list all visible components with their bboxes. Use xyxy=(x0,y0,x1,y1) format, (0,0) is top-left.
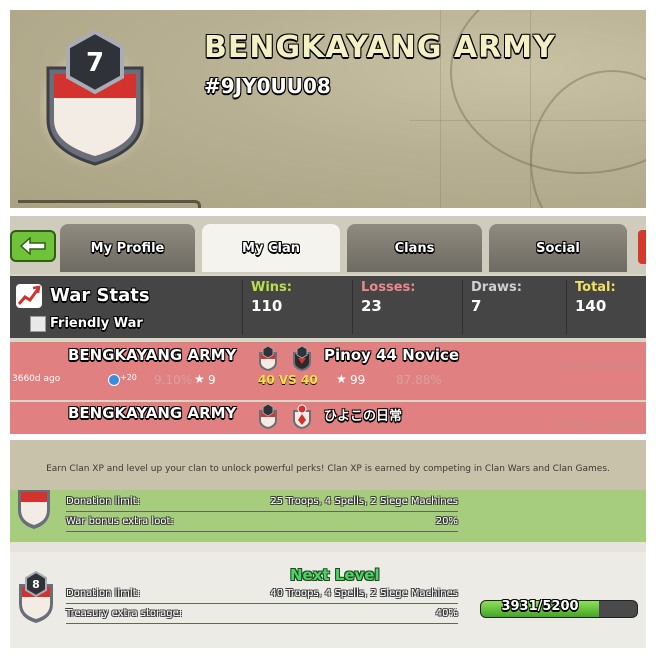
perk-divider xyxy=(66,531,458,532)
perk-divider xyxy=(66,623,458,624)
tab-edge xyxy=(638,230,646,264)
perk-value: 40% xyxy=(435,608,458,619)
tab-label: My Profile xyxy=(90,240,165,256)
own-clan-badge-icon xyxy=(259,404,277,429)
clan-header-panel: 7 BENGKAYANG ARMY #9JY0UU08 xyxy=(10,10,646,208)
perk-label: Donation limit: xyxy=(66,588,140,599)
perk-value: 20% xyxy=(435,516,458,527)
next-level-number: 8 xyxy=(32,578,40,591)
war-stats-bar: War Stats Friendly War Wins: 110 Losses:… xyxy=(10,276,646,338)
perk-divider xyxy=(66,603,458,604)
stat-draws: Draws: 7 xyxy=(462,280,571,334)
war-log-row[interactable]: BENGKAYANG ARMY ひよこの日常 Details not avail… xyxy=(10,402,646,434)
stat-wins: Wins: 110 xyxy=(242,280,351,334)
stat-label: Total: xyxy=(575,280,616,295)
next-level-title: Next Level xyxy=(290,566,380,584)
war-log-row[interactable]: BENGKAYANG ARMY Pinoy 44 Novice 3660d ag… xyxy=(10,342,646,400)
stat-value: 110 xyxy=(251,297,283,315)
war-stats-chart-icon xyxy=(16,284,42,308)
war-clan-name: BENGKAYANG ARMY xyxy=(68,346,237,364)
current-level-badge xyxy=(18,490,50,529)
next-level-perks: Next Level 8 Donation limit: 40 Troops, … xyxy=(10,552,646,648)
friendly-war-checkbox[interactable] xyxy=(30,316,46,332)
own-stars: 9 xyxy=(208,373,216,387)
perk-label: War bonus extra loot: xyxy=(66,516,174,527)
clan-tabs-panel: My Profile My Clan Clans Social War Stat… xyxy=(10,216,646,434)
tab-label: Clans xyxy=(394,240,435,256)
opponent-stars: 99 xyxy=(350,373,366,387)
clan-perks-panel: Earn Clan XP and level up your clan to u… xyxy=(10,440,646,648)
perk-value: 25 Troops, 4 Spells, 2 Siege Machines xyxy=(270,496,458,507)
tab-my-profile[interactable]: My Profile xyxy=(60,224,195,272)
opponent-clan-badge-icon xyxy=(293,346,311,371)
stat-total: Total: 140 xyxy=(566,280,645,334)
perk-divider xyxy=(66,511,458,512)
stat-value: 140 xyxy=(575,297,607,315)
star-icon: ★ xyxy=(194,372,205,386)
own-destruction: 9.10% xyxy=(154,373,193,387)
war-size: 40 VS 40 xyxy=(258,373,318,387)
stat-label: Losses: xyxy=(361,280,416,295)
clan-level-number: 7 xyxy=(86,48,104,78)
tab-clans[interactable]: Clans xyxy=(347,224,482,272)
opponent-destruction: 87.88% xyxy=(396,373,442,387)
stat-label: Draws: xyxy=(471,280,522,295)
star-icon: ★ xyxy=(336,372,347,386)
header-frame-edge xyxy=(18,200,201,208)
back-button[interactable] xyxy=(10,230,56,262)
clan-badge: 7 xyxy=(40,29,150,168)
stat-label: Wins: xyxy=(251,280,292,295)
perks-intro-text: Earn Clan XP and level up your clan to u… xyxy=(46,464,610,474)
war-details-unavailable: Details not availab xyxy=(557,362,642,372)
perks-intro-bar: Earn Clan XP and level up your clan to u… xyxy=(10,440,646,490)
perk-value: 40 Troops, 4 Spells, 2 Siege Machines xyxy=(270,588,458,599)
clan-xp-icon xyxy=(108,374,120,386)
back-arrow-icon xyxy=(20,237,46,255)
tab-bar: My Profile My Clan Clans Social xyxy=(10,216,646,274)
stat-losses: Losses: 23 xyxy=(352,280,461,334)
opponent-clan-badge-icon xyxy=(293,404,311,429)
tab-label: Social xyxy=(536,240,580,256)
tab-my-clan[interactable]: My Clan xyxy=(202,224,340,272)
clan-xp-progress-text: 3931/5200 xyxy=(501,599,579,614)
war-xp: +20 xyxy=(120,373,137,382)
war-opponent-name: Pinoy 44 Novice xyxy=(324,346,460,364)
stat-value: 23 xyxy=(361,297,382,315)
own-clan-badge-icon xyxy=(259,346,277,371)
map-grid-line xyxy=(410,120,646,121)
clan-tag: #9JY0UU08 xyxy=(204,74,331,98)
war-opponent-name: ひよこの日常 xyxy=(324,409,403,424)
war-time: 3660d ago xyxy=(12,374,61,384)
tab-social[interactable]: Social xyxy=(489,224,627,272)
perk-label: Treasury extra storage: xyxy=(66,608,183,619)
friendly-war-label: Friendly War xyxy=(50,316,143,331)
clan-name: BENGKAYANG ARMY xyxy=(204,30,556,65)
current-level-perks: Donation limit: 25 Troops, 4 Spells, 2 S… xyxy=(10,490,646,542)
stat-value: 7 xyxy=(471,297,482,315)
war-stats-title: War Stats xyxy=(50,285,150,306)
next-level-badge: 8 xyxy=(19,570,53,623)
tab-label: My Clan xyxy=(242,240,300,256)
war-clan-name: BENGKAYANG ARMY xyxy=(68,404,237,422)
war-details-unavailable: Details not availab xyxy=(557,420,642,430)
perk-label: Donation limit: xyxy=(66,496,140,507)
